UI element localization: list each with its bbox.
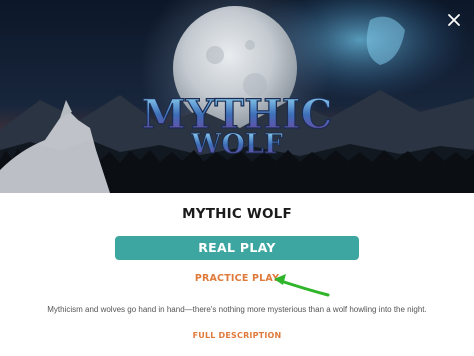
- game-title: MYTHIC WOLF: [182, 206, 292, 222]
- green-arrow-annotation: [274, 274, 330, 297]
- close-button[interactable]: [444, 10, 464, 30]
- hero-artwork: MYTHIC WOLF: [0, 0, 474, 193]
- game-modal: MYTHIC WOLF MYTHIC WOLF REAL PLAY PRACTI…: [0, 0, 474, 356]
- full-description-link[interactable]: FULL DESCRIPTION: [0, 331, 474, 340]
- game-details: MYTHIC WOLF REAL PLAY PRACTICE PLAY Myth…: [0, 193, 474, 356]
- game-description: Mythicism and wolves go hand in hand—the…: [47, 305, 427, 314]
- logo-line2: WOLF: [190, 129, 283, 160]
- hero-banner: MYTHIC WOLF: [0, 0, 474, 193]
- close-icon: [448, 14, 460, 26]
- real-play-button[interactable]: REAL PLAY: [115, 236, 359, 260]
- practice-play-link[interactable]: PRACTICE PLAY: [0, 273, 474, 284]
